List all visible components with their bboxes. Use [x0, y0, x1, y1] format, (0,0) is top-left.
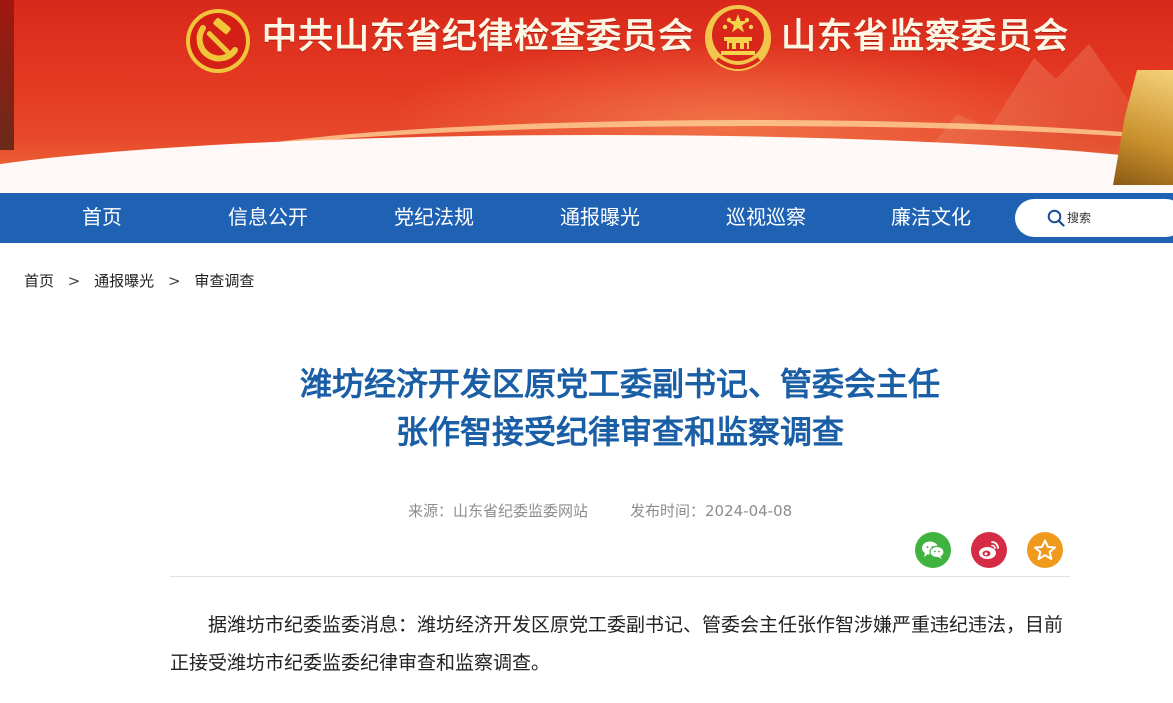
share-wechat-button[interactable]	[915, 532, 951, 568]
party-emblem-icon	[186, 9, 250, 73]
article-source: 来源：山东省纪委监委网站	[408, 502, 589, 520]
main-nav: 首页 信息公开 党纪法规 通报曝光 巡视巡察 廉洁文化	[0, 193, 1173, 243]
nav-item-info-disclosure[interactable]: 信息公开	[208, 193, 328, 243]
nav-item-integrity-culture[interactable]: 廉洁文化	[871, 193, 991, 243]
wechat-icon	[922, 541, 945, 559]
nav-item-home[interactable]: 首页	[42, 193, 162, 243]
article-title-line-1: 潍坊经济开发区原党工委副书记、管委会主任	[299, 365, 940, 403]
breadcrumb-home[interactable]: 首页	[24, 272, 54, 290]
nav-item-inspection[interactable]: 巡视巡察	[706, 193, 826, 243]
breadcrumb-review[interactable]: 审查调查	[194, 272, 254, 290]
search-input[interactable]	[1067, 207, 1167, 229]
favorite-icon	[1034, 539, 1056, 560]
nav-item-exposure[interactable]: 通报曝光	[540, 193, 660, 243]
article-body: 据潍坊市纪委监委消息：潍坊经济开发区原党工委副书记、管委会主任张作智涉嫌严重违纪…	[170, 614, 1064, 674]
banner-left-decoration	[0, 0, 14, 150]
header-banner: 中共山东省纪律检查委员会 山东省监察委员会	[0, 0, 1173, 193]
article-title-line-2: 张作智接受纪律审查和监察调查	[395, 413, 844, 451]
breadcrumb-separator: >	[67, 272, 81, 290]
nav-item-party-regulations[interactable]: 党纪法规	[374, 193, 494, 243]
search-box	[1015, 199, 1173, 237]
banner-title-party: 中共山东省纪律检查委员会	[262, 17, 695, 57]
article-divider	[170, 576, 1070, 577]
national-emblem-icon	[705, 5, 771, 71]
breadcrumb: 首页 > 通报曝光 > 审查调查	[24, 270, 254, 291]
share-weibo-button[interactable]	[971, 532, 1007, 568]
breadcrumb-exposure[interactable]: 通报曝光	[94, 272, 154, 290]
weibo-icon	[979, 541, 999, 559]
breadcrumb-separator: >	[167, 272, 181, 290]
share-favorite-button[interactable]	[1027, 532, 1063, 568]
search-icon[interactable]	[1047, 209, 1065, 227]
banner-title-state: 山东省监察委员会	[781, 17, 1070, 57]
article-publish-date: 发布时间：2024-04-08	[630, 502, 793, 520]
